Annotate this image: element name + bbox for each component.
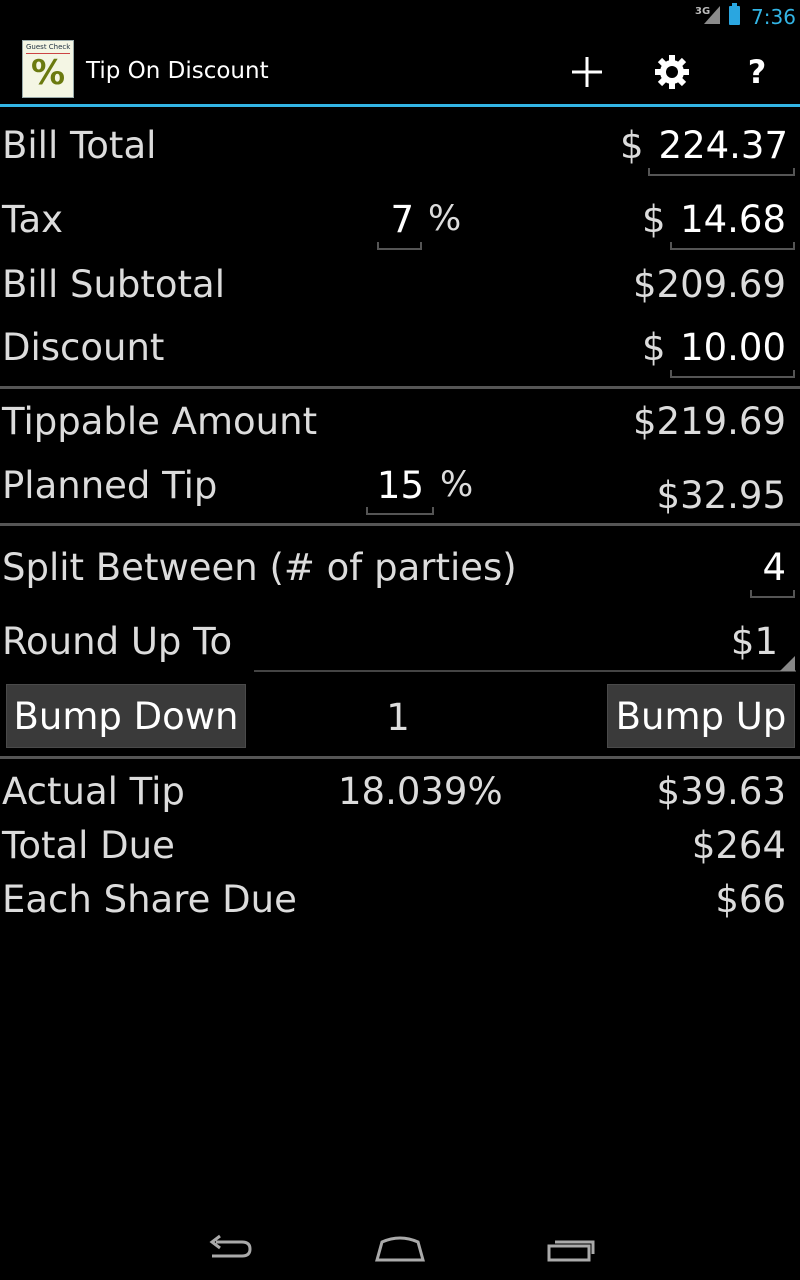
signal-icon xyxy=(704,6,720,24)
help-icon: ? xyxy=(747,53,767,91)
discount-input[interactable]: 10.00 xyxy=(670,326,786,369)
bill-subtotal-value: $209.69 xyxy=(632,263,786,306)
each-share-value: $66 xyxy=(715,878,786,921)
tax-percent-input[interactable]: 7 xyxy=(378,198,414,241)
home-icon xyxy=(375,1236,425,1262)
home-button[interactable] xyxy=(374,1234,426,1268)
settings-button[interactable] xyxy=(648,48,696,96)
planned-tip-percent-sign: % xyxy=(440,465,474,505)
action-bar-divider xyxy=(0,104,800,107)
planned-tip-percent-underline xyxy=(366,507,434,515)
bill-total-currency: $ xyxy=(620,124,644,167)
app-title: Tip On Discount xyxy=(86,58,269,84)
recents-button[interactable] xyxy=(546,1234,598,1268)
split-label: Split Between (# of parties) xyxy=(2,546,517,589)
each-share-label: Each Share Due xyxy=(2,878,297,921)
bump-down-button[interactable]: Bump Down xyxy=(6,684,246,748)
dropdown-indicator-icon xyxy=(780,656,795,671)
recents-icon xyxy=(547,1240,595,1262)
tax-currency: $ xyxy=(642,198,666,241)
tippable-amount-label: Tippable Amount xyxy=(2,400,318,443)
actual-tip-label: Actual Tip xyxy=(2,770,185,813)
total-due-label: Total Due xyxy=(2,824,175,867)
round-up-select-underline xyxy=(254,670,796,672)
bump-count: 1 xyxy=(386,696,410,739)
gear-icon xyxy=(655,55,689,89)
section-divider xyxy=(0,523,800,526)
tippable-amount-value: $219.69 xyxy=(632,400,786,443)
discount-underline xyxy=(670,370,795,378)
bill-total-label: Bill Total xyxy=(2,124,157,167)
total-due-value: $264 xyxy=(691,824,786,867)
split-input[interactable]: 4 xyxy=(752,546,786,589)
planned-tip-value: $32.95 xyxy=(656,474,786,517)
actual-tip-percent: 18.039% xyxy=(338,770,503,813)
planned-tip-percent-input[interactable]: 15 xyxy=(368,464,424,507)
planned-tip-label: Planned Tip xyxy=(2,464,218,507)
help-button[interactable]: ? xyxy=(733,48,781,96)
app-icon[interactable]: Guest Check % xyxy=(22,40,74,98)
back-icon xyxy=(209,1234,252,1258)
app-icon-text: Guest Check xyxy=(26,43,71,51)
round-up-label: Round Up To xyxy=(2,620,233,663)
bill-total-input[interactable]: 224.37 xyxy=(648,124,788,167)
tax-amount-input[interactable]: 14.68 xyxy=(670,198,786,241)
tax-amount-underline xyxy=(670,242,795,250)
section-divider xyxy=(0,386,800,389)
section-divider xyxy=(0,756,800,759)
battery-icon xyxy=(729,3,740,25)
round-up-select[interactable]: $1 xyxy=(731,620,778,663)
discount-currency: $ xyxy=(642,326,666,369)
split-underline xyxy=(750,590,795,598)
bump-up-button[interactable]: Bump Up xyxy=(607,684,795,748)
tax-percent-sign: % xyxy=(428,199,462,239)
add-button[interactable] xyxy=(563,48,611,96)
tax-label: Tax xyxy=(2,198,64,241)
app-icon-symbol: % xyxy=(31,53,66,93)
tax-percent-underline xyxy=(377,242,422,250)
bill-subtotal-label: Bill Subtotal xyxy=(2,263,226,306)
discount-label: Discount xyxy=(2,326,165,369)
plus-icon xyxy=(572,57,602,87)
bill-total-underline xyxy=(648,168,795,176)
clock: 7:36 xyxy=(751,5,796,29)
status-bar xyxy=(0,0,800,34)
back-button[interactable] xyxy=(206,1234,254,1268)
actual-tip-value: $39.63 xyxy=(656,770,786,813)
